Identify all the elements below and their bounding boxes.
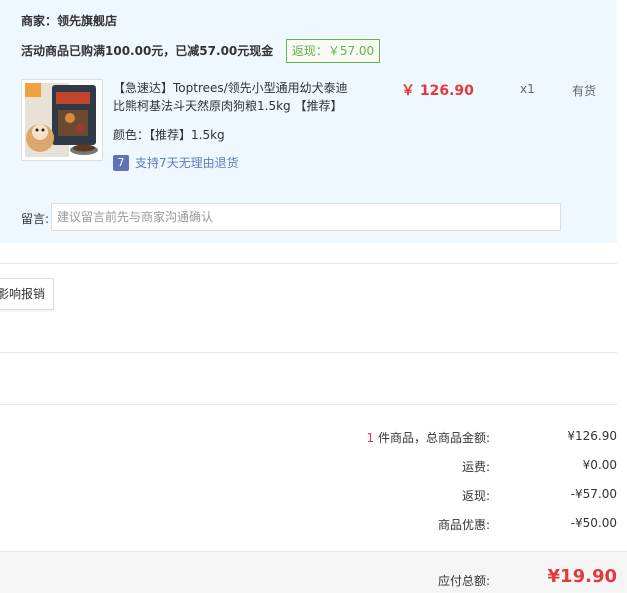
product-image[interactable] <box>21 79 103 161</box>
seven-day-return-icon: 7 <box>113 154 129 171</box>
store-order-panel: 商家：领先旗舰店 活动商品已购满100.00元，已减57.00元现金 返现：￥5… <box>0 0 617 243</box>
invoice-button[interactable]: 影响报销 <box>0 278 54 310</box>
product-spec: 颜色：【推荐】1.5kg <box>113 128 225 142</box>
item-price: ￥ 126.90 <box>401 83 474 99</box>
summary-shipping-row: 运费: ¥0.00 <box>0 458 617 478</box>
item-quantity: x1 <box>520 82 535 96</box>
shipping-value: ¥0.00 <box>582 458 617 472</box>
divider <box>0 404 617 405</box>
remark-input[interactable] <box>51 203 561 231</box>
item-count: 1 <box>366 431 375 445</box>
summary-discount-row: 商品优惠: -¥50.00 <box>0 516 617 536</box>
remark-label: 留言: <box>21 212 50 226</box>
rebate-badge: 返现：￥57.00 <box>286 39 380 63</box>
discount-label: 商品优惠: <box>437 518 490 532</box>
shipping-label: 运费: <box>461 460 490 474</box>
total-payable-bar: 应付总额: ¥19.90 <box>0 551 627 593</box>
dog-food-bag-image <box>22 80 102 160</box>
summary-rebate-row: 返现: -¥57.00 <box>0 487 617 507</box>
goods-total-label: 件商品，总商品金额: <box>374 431 490 445</box>
store-label: 商家： <box>21 14 58 28</box>
rebate-value: -¥57.00 <box>570 487 617 501</box>
divider <box>0 263 617 264</box>
item-stock-status: 有货 <box>572 84 597 98</box>
product-title[interactable]: 【急速达】Toptrees/领先小型通用幼犬泰迪比熊柯基法斗天然原肉狗粮1.5k… <box>113 79 353 115</box>
goods-total-value: ¥126.90 <box>567 429 617 443</box>
summary-goods-row: 1 件商品，总商品金额: ¥126.90 <box>0 429 618 449</box>
total-label: 应付总额: <box>437 574 490 588</box>
return-policy-label: 支持7天无理由退货 <box>135 156 239 170</box>
summary-goods-label: 1 件商品，总商品金额: <box>367 429 491 446</box>
total-value: ¥19.90 <box>547 566 617 587</box>
discount-value: -¥50.00 <box>570 516 617 530</box>
store-info: 商家：领先旗舰店 <box>21 12 117 29</box>
rebate-label: 返现: <box>461 489 490 503</box>
promo-text: 活动商品已购满100.00元，已减57.00元现金 <box>21 44 274 58</box>
return-policy[interactable]: 7 支持7天无理由退货 <box>113 154 239 171</box>
store-name[interactable]: 领先旗舰店 <box>57 14 117 28</box>
divider <box>0 352 617 353</box>
